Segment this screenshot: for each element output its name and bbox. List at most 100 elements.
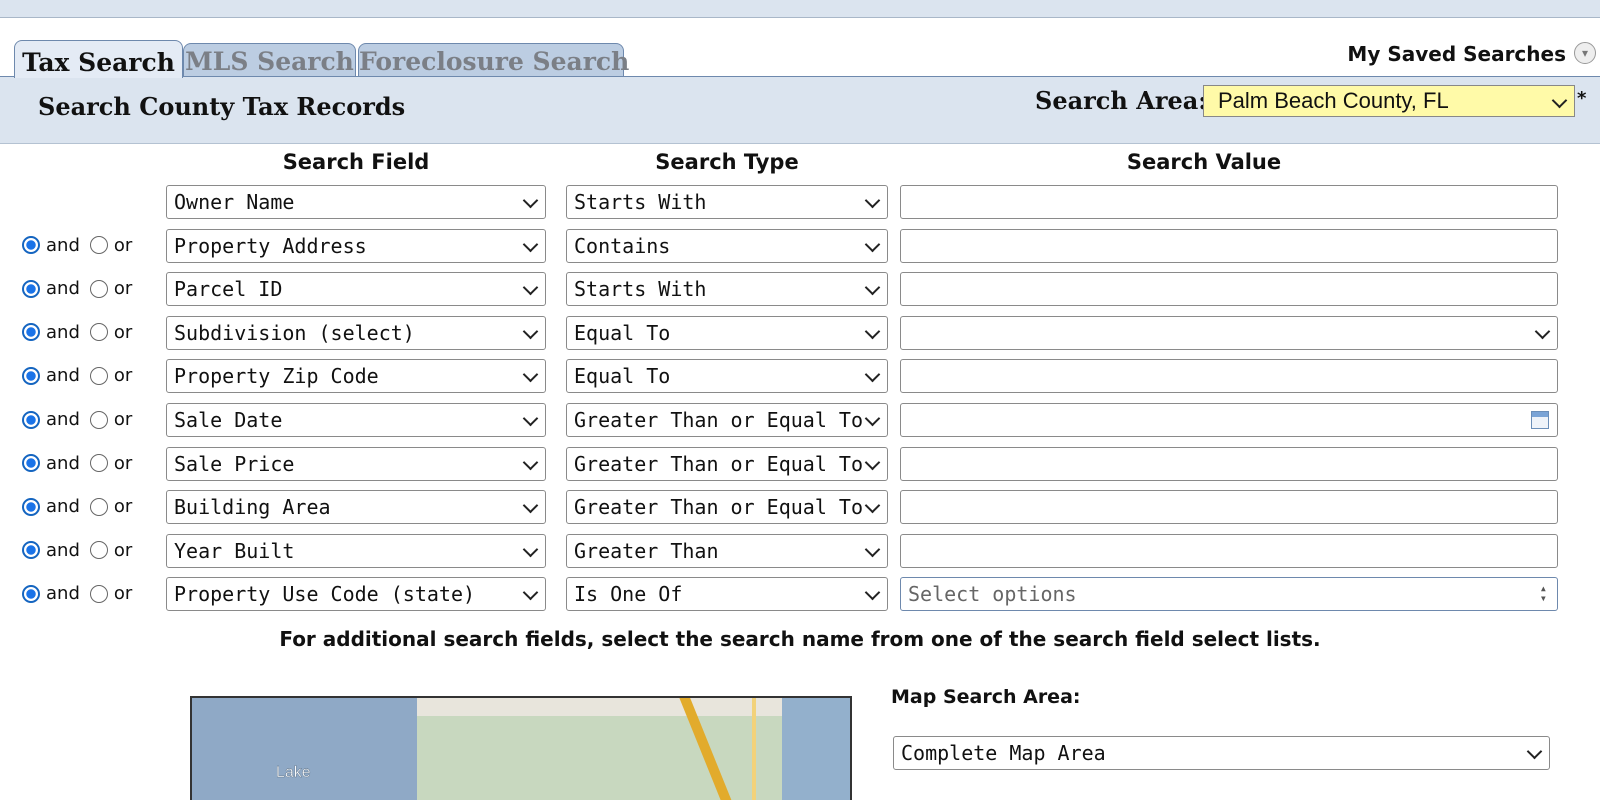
and-label: and (46, 321, 80, 343)
or-label: or (113, 234, 133, 256)
search-field-select[interactable]: Building Area (166, 490, 546, 525)
and-radio[interactable] (22, 584, 40, 603)
chevron-down-icon (864, 279, 881, 296)
my-saved-searches-link[interactable]: My Saved Searches (1347, 42, 1566, 66)
or-radio[interactable] (89, 366, 108, 385)
and-radio[interactable] (22, 279, 40, 298)
chevron-down-icon (522, 367, 539, 383)
chevron-down-icon (864, 541, 881, 558)
tab-mls-search[interactable]: MLS Search (183, 43, 356, 76)
and-label: and (46, 496, 80, 518)
search-field-value: Sale Date (174, 408, 283, 432)
tab-tax-search[interactable]: Tax Search (14, 40, 183, 78)
search-type-select[interactable]: Starts With (566, 185, 888, 219)
criteria-row: and or Sale Date Greater Than or Equal T… (0, 401, 1600, 439)
search-field-select[interactable]: Property Use Code (state) (166, 577, 546, 612)
search-value-input[interactable] (900, 403, 1558, 437)
map-coast (782, 698, 850, 800)
search-field-value: Property Use Code (state) (174, 582, 476, 607)
map-search-area-select[interactable]: Complete Map Area (893, 736, 1550, 770)
or-label: or (113, 452, 133, 474)
search-type-select[interactable]: Greater Than or Equal To (566, 490, 888, 525)
search-value-input[interactable] (900, 359, 1558, 394)
search-field-select[interactable]: Owner Name (166, 185, 546, 219)
and-radio[interactable] (22, 454, 40, 473)
search-type-select[interactable]: Greater Than or Equal To (566, 403, 888, 437)
search-field-value: Property Address (174, 233, 367, 258)
conjunction-group: and or (22, 365, 142, 386)
search-value-input[interactable] (900, 185, 1558, 219)
conjunction-group: and or (22, 583, 142, 604)
search-type-select[interactable]: Equal To (566, 315, 888, 350)
or-radio[interactable] (89, 584, 108, 603)
chevron-down-icon (522, 410, 539, 427)
and-radio[interactable] (22, 541, 40, 560)
chevron-down-icon (522, 236, 539, 252)
search-value-input[interactable] (900, 272, 1558, 307)
and-radio[interactable] (22, 323, 40, 342)
or-radio[interactable] (89, 279, 108, 298)
search-type-select[interactable]: Equal To (566, 359, 888, 394)
or-label: or (113, 321, 133, 343)
search-field-select[interactable]: Sale Date (166, 403, 546, 437)
search-area-label: Search Area: (1035, 86, 1208, 115)
search-field-select[interactable]: Parcel ID (166, 272, 546, 307)
and-radio[interactable] (22, 497, 40, 516)
search-value-input[interactable] (900, 533, 1558, 568)
tab-foreclosure-search[interactable]: Foreclosure Search (358, 43, 629, 76)
search-type-select[interactable]: Greater Than or Equal To (566, 446, 888, 481)
chevron-down-icon (522, 497, 539, 514)
search-type-value: Greater Than or Equal To (574, 408, 863, 432)
map-road (752, 698, 756, 800)
search-type-value: Equal To (574, 364, 671, 389)
search-field-select[interactable]: Property Address (166, 228, 546, 263)
chevron-down-icon (864, 410, 881, 427)
search-type-value: Greater Than (574, 538, 719, 563)
calendar-icon[interactable] (1531, 411, 1549, 429)
chevron-down-icon (1526, 743, 1543, 760)
search-type-select[interactable]: Greater Than (566, 533, 888, 568)
or-radio[interactable] (89, 454, 108, 473)
search-area-select[interactable]: Palm Beach County, FL (1203, 85, 1575, 117)
or-radio[interactable] (89, 236, 108, 255)
or-label: or (113, 365, 133, 387)
criteria-row: Owner Name Starts With (0, 183, 1600, 221)
chevron-down-icon[interactable]: ▾ (1574, 42, 1596, 64)
conjunction-group: and or (22, 453, 142, 474)
and-radio[interactable] (22, 236, 40, 255)
required-marker: * (1577, 88, 1587, 109)
map-view[interactable]: Lake (190, 696, 852, 800)
or-radio[interactable] (89, 541, 108, 560)
criteria-row: and or Sale Price Greater Than or Equal … (0, 445, 1600, 483)
map-water (192, 698, 417, 800)
conjunction-group: and or (22, 322, 142, 343)
and-label: and (46, 409, 80, 430)
criteria-row: and or Property Address Contains (0, 227, 1600, 265)
conjunction-group: and or (22, 540, 142, 561)
search-field-select[interactable]: Subdivision (select) (166, 315, 546, 350)
and-label: and (46, 539, 80, 561)
search-value-select[interactable] (900, 315, 1558, 350)
chevron-down-icon (864, 497, 881, 514)
or-label: or (113, 409, 133, 430)
search-field-select[interactable]: Property Zip Code (166, 359, 546, 394)
and-radio[interactable] (22, 366, 40, 385)
search-type-select[interactable]: Contains (566, 228, 888, 263)
search-value-input[interactable] (900, 490, 1558, 525)
or-radio[interactable] (89, 323, 108, 342)
search-field-select[interactable]: Year Built (166, 533, 546, 568)
search-value-input[interactable] (900, 446, 1558, 481)
search-value-multiselect[interactable]: Select options ▴ ▾ (900, 577, 1558, 612)
search-type-select[interactable]: Is One Of (566, 577, 888, 612)
search-field-value: Building Area (174, 495, 331, 520)
or-radio[interactable] (89, 410, 108, 429)
search-field-select[interactable]: Sale Price (166, 446, 546, 481)
and-radio[interactable] (22, 410, 40, 429)
search-type-select[interactable]: Starts With (566, 272, 888, 307)
or-radio[interactable] (89, 497, 108, 516)
chevron-down-icon (522, 279, 539, 296)
or-label: or (113, 539, 133, 561)
page-title: Search County Tax Records (38, 92, 406, 121)
search-value-input[interactable] (900, 228, 1558, 263)
updown-icon: ▴ ▾ (1539, 581, 1547, 606)
